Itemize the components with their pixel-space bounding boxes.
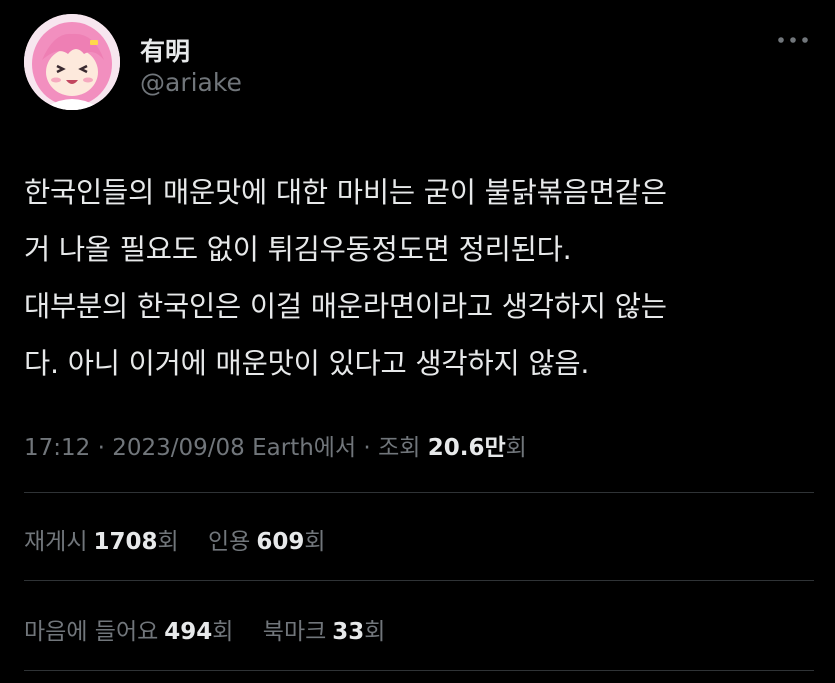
divider — [24, 670, 814, 671]
tweet-meta: 17:12 · 2023/09/08 Earth에서 · 조회 20.6만회 — [24, 428, 527, 462]
reposts-count: 1708 — [93, 529, 158, 555]
bookmarks-unit: 회 — [364, 619, 386, 645]
tweet-date[interactable]: 2023/09/08 — [112, 435, 245, 461]
likes-unit: 회 — [212, 619, 234, 645]
tweet-text-line: 거 나올 필요도 없이 튀김우동정도면 정리된다. — [24, 233, 572, 266]
quotes-stat[interactable]: 인용 609회 — [208, 522, 326, 556]
engagement-row-2: 마음에 들어요 494회 북마크 33회 — [24, 612, 407, 646]
more-horizontal-icon[interactable] — [776, 30, 810, 50]
tweet-header: 有明 @ariake — [24, 14, 814, 114]
bookmarks-count: 33 — [332, 619, 365, 645]
divider — [24, 492, 814, 493]
likes-count: 494 — [164, 619, 213, 645]
divider — [24, 580, 814, 581]
tweet-time[interactable]: 17:12 — [24, 435, 90, 461]
likes-stat[interactable]: 마음에 들어요 494회 — [24, 612, 233, 646]
user-handle[interactable]: @ariake — [140, 68, 242, 97]
tweet-text-line: 한국인들의 매운맛에 대한 마비는 굳이 불닭볶음면같은 — [24, 176, 667, 209]
quotes-count: 609 — [256, 529, 305, 555]
tweet-text-line: 대부분의 한국인은 이걸 매운라면이라고 생각하지 않는 — [24, 290, 667, 323]
avatar[interactable] — [24, 14, 120, 110]
views-label: 조회 — [378, 435, 428, 461]
quotes-unit: 회 — [304, 529, 326, 555]
reposts-stat[interactable]: 재게시 1708회 — [24, 522, 179, 556]
avatar-image — [24, 14, 120, 110]
bookmarks-label: 북마크 — [262, 619, 327, 645]
views-unit: 회 — [505, 435, 527, 461]
likes-label: 마음에 들어요 — [24, 619, 159, 645]
reposts-unit: 회 — [157, 529, 179, 555]
meta-separator: · — [90, 435, 113, 461]
tweet-source: Earth에서 — [244, 435, 357, 461]
tweet-text-line: 다. 아니 이거에 매운맛이 있다고 생각하지 않음. — [24, 347, 590, 380]
tweet-text: 한국인들의 매운맛에 대한 마비는 굳이 불닭볶음면같은 거 나올 필요도 없이… — [24, 164, 814, 392]
display-name[interactable]: 有明 — [140, 32, 190, 68]
views-count[interactable]: 20.6만 — [428, 435, 506, 461]
meta-separator: · — [356, 435, 379, 461]
engagement-row-1: 재게시 1708회 인용 609회 — [24, 522, 348, 556]
reposts-label: 재게시 — [24, 529, 88, 555]
quotes-label: 인용 — [207, 529, 251, 555]
bookmarks-stat[interactable]: 북마크 33회 — [263, 612, 386, 646]
